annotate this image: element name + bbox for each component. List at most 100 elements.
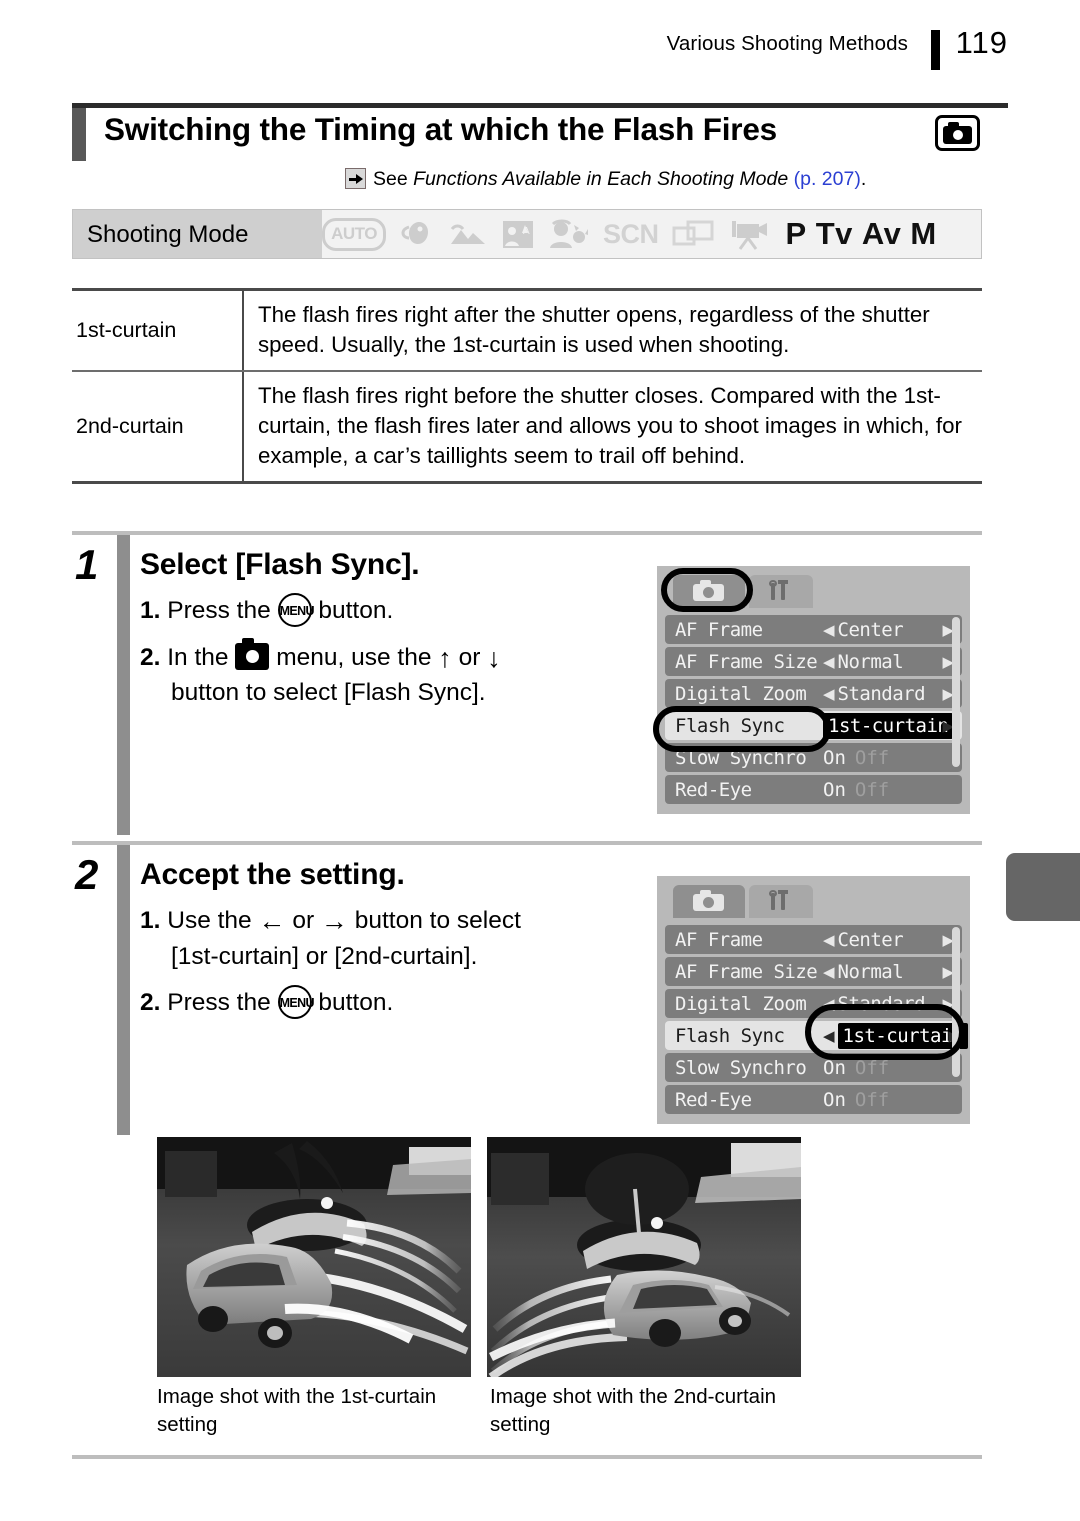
menu-label: AF Frame Size: [675, 650, 818, 673]
photo-1-graphic: [157, 1137, 471, 1377]
svg-text:A: A: [523, 226, 530, 237]
shooting-mode-label: Shooting Mode: [87, 221, 249, 248]
menu-label: AF Frame: [675, 928, 763, 951]
menu-row-red-eye[interactable]: Red-Eye On Off: [665, 1085, 962, 1114]
menu-label: AF Frame: [675, 618, 763, 641]
movie-mode-icon: [729, 217, 769, 251]
menu-value-on[interactable]: On: [823, 1057, 846, 1079]
page-title: Switching the Timing at which the Flash …: [72, 103, 1008, 161]
lcd-screenshot-2: AF Frame ◀ Center ▶ AF Frame Size ◀ Normal ▶…: [657, 876, 970, 1124]
manual-page: Various Shooting Methods 119 Switching t…: [0, 0, 1080, 1521]
menu-row-af-frame-size[interactable]: AF Frame Size ◀ Normal ▶: [665, 647, 962, 676]
mode-m: M: [910, 216, 937, 251]
menu-row-slow-synchro[interactable]: Slow Synchro On Off: [665, 743, 962, 772]
running-header: Various Shooting Methods 119: [0, 22, 1080, 72]
lcd-tabs: [665, 885, 962, 921]
menu-label: Digital Zoom: [675, 992, 807, 1015]
menu-row-flash-sync[interactable]: Flash Sync ◀1st-curtain▶: [665, 1021, 968, 1050]
sample-photo-2nd-curtain: [487, 1137, 801, 1377]
mode-av: Av: [861, 216, 902, 251]
menu-value-on[interactable]: On: [823, 747, 846, 769]
substep-text: Use the: [167, 907, 252, 934]
menu-button-icon: MENU: [277, 593, 315, 627]
scrollbar[interactable]: [952, 617, 960, 767]
tools-tab-icon[interactable]: [749, 885, 813, 918]
menu-value: Standard: [837, 682, 926, 705]
camera-tab-icon[interactable]: [673, 885, 745, 918]
step-2-rule: [72, 841, 982, 845]
description-1st-curtain: The flash fires right after the shutter …: [242, 291, 982, 371]
arrow-right-icon: →: [320, 906, 348, 936]
shooting-mode-icons: AUTO A SCN P Tv Av M: [322, 210, 981, 258]
menu-label: Digital Zoom: [675, 682, 807, 705]
see-label: See: [373, 168, 408, 190]
left-caret-icon[interactable]: ◀: [823, 685, 835, 703]
menu-value-off[interactable]: Off: [855, 1089, 889, 1111]
tools-tab-icon[interactable]: [749, 575, 813, 608]
reference-title: Functions Available in Each Shooting Mod…: [413, 168, 789, 190]
sample-photo-1st-curtain: [157, 1137, 471, 1377]
active-modes: P Tv Av M: [786, 216, 946, 252]
menu-row-flash-sync[interactable]: Flash Sync 1st-curtain ▶: [665, 711, 962, 740]
left-caret-icon[interactable]: ◀: [823, 1027, 835, 1045]
photo-2-graphic: [487, 1137, 801, 1377]
step-1-heading: Select [Flash Sync].: [140, 548, 420, 581]
landscape-mode-icon: [448, 218, 488, 250]
step-2-number: 2: [75, 851, 99, 898]
camera-menu-icon: [235, 637, 270, 670]
menu-row-slow-synchro[interactable]: Slow Synchro On Off: [665, 1053, 962, 1082]
kids-and-pets-mode-icon: [548, 218, 590, 250]
title-accent-bar: [72, 108, 86, 161]
menu-label: Slow Synchro: [675, 746, 807, 769]
menu-row-digital-zoom[interactable]: Digital Zoom ◀ Standard ▶: [665, 989, 962, 1018]
menu-row-af-frame-size[interactable]: AF Frame Size ◀ Normal ▶: [665, 957, 962, 986]
substep-text-end: button.: [318, 597, 394, 624]
left-caret-icon[interactable]: ◀: [823, 621, 835, 639]
caption-2nd-curtain: Image shot with the 2nd-curtain setting: [490, 1385, 777, 1436]
scn-mode-icon: SCN: [603, 218, 659, 249]
menu-value-on[interactable]: On: [823, 1089, 846, 1111]
step-1-rule: [72, 531, 982, 535]
left-caret-icon[interactable]: ◀: [823, 963, 835, 981]
menu-value-off[interactable]: Off: [855, 1057, 889, 1079]
scrollbar[interactable]: [952, 927, 960, 1077]
left-caret-icon[interactable]: ◀: [823, 931, 835, 949]
menu-value-off[interactable]: Off: [855, 747, 889, 769]
camera-tab-icon[interactable]: [673, 575, 745, 608]
page-link[interactable]: (p. 207): [794, 168, 861, 190]
camera-icon: [935, 115, 980, 151]
step-2-substep-1: 1. Use the ← or → button to select: [140, 903, 670, 939]
menu-value-on[interactable]: On: [823, 779, 846, 801]
step-2-substep-2: 2. Press the MENU button.: [140, 985, 670, 1021]
caption-1st-curtain: Image shot with the 1st-curtain setting: [157, 1385, 437, 1436]
portrait-mode-icon: [399, 218, 435, 250]
substep-text: Press the: [167, 989, 271, 1017]
substep-text-end: button to select: [354, 907, 521, 934]
menu-value: Standard: [837, 992, 926, 1015]
menu-value-off[interactable]: Off: [855, 779, 889, 801]
lcd-menu-list: AF Frame ◀ Center ▶ AF Frame Size ◀ Normal ▶…: [665, 921, 968, 1114]
menu-row-digital-zoom[interactable]: Digital Zoom ◀ Standard ▶: [665, 679, 962, 708]
menu-row-red-eye[interactable]: Red-Eye On Off: [665, 775, 962, 804]
substep-text: Press the: [167, 597, 271, 624]
menu-row-af-frame[interactable]: AF Frame ◀ Center ▶: [665, 925, 962, 954]
lcd-tabs: [665, 575, 962, 611]
menu-label: Flash Sync: [675, 1024, 785, 1047]
description-2nd-curtain: The flash fires right before the shutter…: [242, 372, 982, 482]
step-2-body: Accept the setting. 1. Use the ← or → bu…: [140, 858, 670, 1021]
arrow-up-icon: ↑: [438, 642, 452, 673]
title-text: Switching the Timing at which the Flash …: [104, 111, 778, 147]
substep-number: 1.: [140, 597, 161, 624]
menu-label: AF Frame Size: [675, 960, 818, 983]
step-2-bar: [117, 845, 130, 1135]
menu-button-icon: MENU: [277, 985, 315, 1020]
step-2-heading: Accept the setting.: [140, 858, 405, 891]
menu-row-af-frame[interactable]: AF Frame ◀ Center ▶: [665, 615, 962, 644]
or-label: or: [292, 907, 315, 934]
shooting-mode-bar: Shooting Mode AUTO A SCN P Tv Av M: [72, 209, 982, 259]
title-top-rule: [72, 103, 1008, 108]
menu-label: Flash Sync: [675, 714, 785, 737]
left-caret-icon[interactable]: ◀: [823, 653, 835, 671]
arrow-down-icon: ↓: [487, 642, 501, 673]
left-caret-icon[interactable]: ◀: [823, 995, 835, 1013]
